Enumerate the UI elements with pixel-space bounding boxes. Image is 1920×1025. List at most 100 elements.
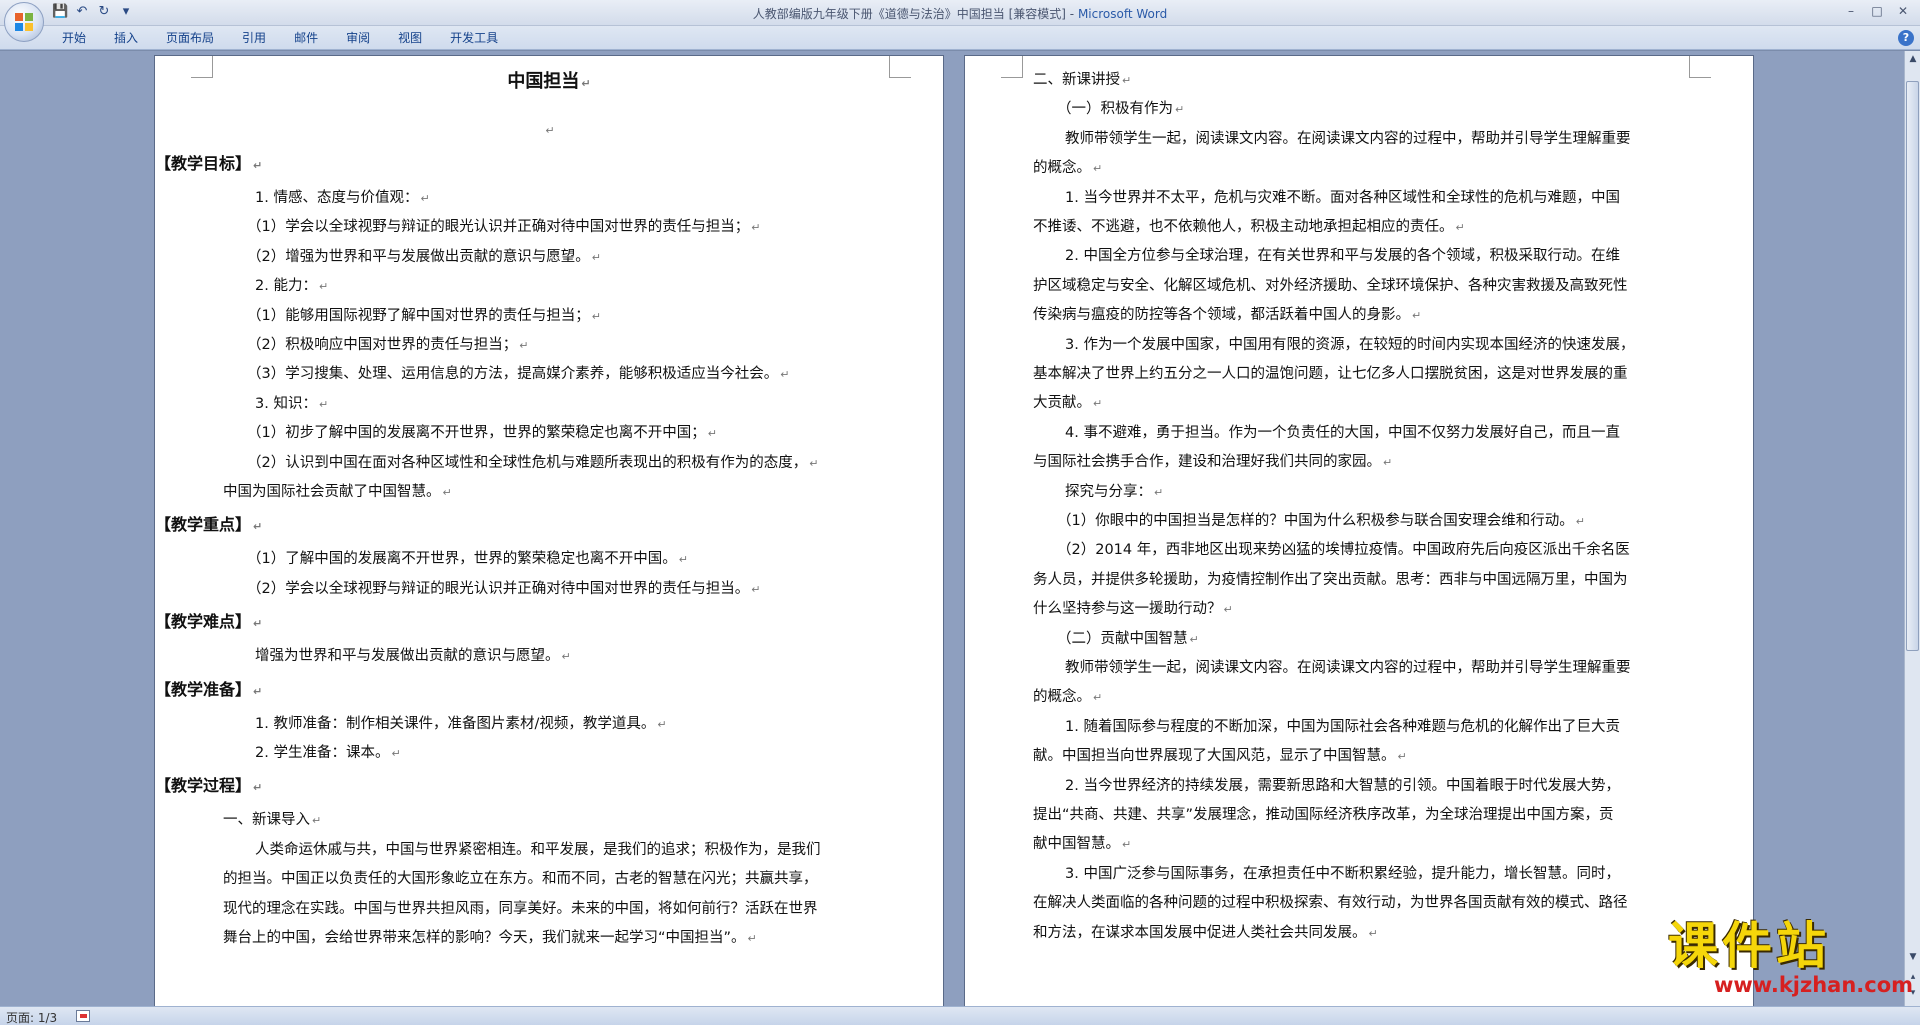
tab-7[interactable]: 开发工具 (436, 30, 512, 46)
tab-4[interactable]: 邮件 (280, 30, 332, 46)
paragraph-line: （1）你眼中的中国担当是怎样的？中国为什么积极参与联合国安理会维和行动。 (1057, 513, 1574, 529)
crop-mark (1001, 56, 1023, 78)
paragraph-mark-icon: ↵ (1223, 603, 1233, 617)
text-line: （3）学习搜集、处理、运用信息的方法，提高媒介素养，能够积极适应当今社会。 ↵ (247, 364, 789, 385)
text-line: 教师带领学生一起，阅读课文内容。在阅读课文内容的过程中，帮助并引导学生理解重要 (1065, 129, 1631, 149)
paragraph-line: 3. 中国广泛参与国际事务，在承担责任中不断积累经验，提升能力，增长智慧。同时， (1065, 865, 1620, 882)
scroll-up-icon[interactable]: ▲ (1907, 53, 1919, 65)
text-line: 不推诿、不逃避，也不依赖他人，积极主动地承担起相应的责任。 ↵ (1033, 217, 1465, 238)
tab-2[interactable]: 页面布局 (152, 30, 228, 46)
paragraph-line: 务人员，并提供多轮援助，为疫情控制作出了突出贡献。思考：西非与中国远隔万里，中国… (1033, 571, 1628, 588)
maximize-icon[interactable]: □ (1866, 3, 1888, 19)
paragraph-line: 1. 教师准备：制作相关课件，准备图片素材/视频，教学道具。 (255, 715, 656, 732)
close-icon[interactable]: ✕ (1892, 3, 1914, 19)
section-heading: 【教学准备】 (155, 679, 252, 699)
paragraph-line: 3. 作为一个发展中国家，中国用有限的资源，在较短的时间内实现本国经济的快速发展… (1065, 336, 1635, 353)
text-line: （1）能够用国际视野了解中国对世界的责任与担当； ↵ (247, 306, 601, 327)
page-left[interactable]: 中国担当 ↵ ↵ 【教学目标】 ↵ 1. 情感、态度与价值观： ↵ （1）学会以全球视野与辩证… (154, 55, 944, 1006)
text-line: 3. 知识： ↵ (255, 394, 328, 415)
paragraph-line: 2. 能力： (255, 278, 317, 295)
tab-5[interactable]: 审阅 (332, 30, 384, 46)
paragraph-line: 4. 事不避难，勇于担当。作为一个负责任的大国，中国不仅努力发展好自己，而且一直 (1065, 424, 1620, 441)
text-line: （一）积极有作为 ↵ (1057, 99, 1184, 120)
paragraph-mark-icon: ↵ (420, 192, 430, 205)
scroll-down-icon[interactable]: ▼ (1907, 951, 1919, 963)
section-heading: 【教学目标】 (155, 154, 252, 173)
page-right[interactable]: 二、新课讲授 ↵ （一）积极有作为 ↵ 教师带领学生一起，阅读课文内容。在阅读课文内容的… (964, 55, 1754, 1006)
help-icon[interactable]: ? (1898, 30, 1914, 46)
paragraph-line: （2）学会以全球视野与辩证的眼光认识并正确对待中国对世界的责任与担当。 (247, 580, 750, 597)
paragraph-line: （1）了解中国的发展离不开世界，世界的繁荣稳定也离不开中国。 (247, 551, 677, 568)
paragraph-mark-icon: ↵ (519, 339, 529, 352)
text-line: 2. 当今世界经济的持续发展，需要新思路和大智慧的引领。中国着眼于时代发展大势， (1065, 776, 1620, 796)
tab-1[interactable]: 插入 (100, 30, 152, 46)
tab-6[interactable]: 视图 (384, 30, 436, 46)
paragraph-mark-icon: ↵ (581, 77, 591, 90)
paragraph-mark-icon: ↵ (1368, 926, 1378, 940)
crop-mark (1689, 56, 1711, 78)
paragraph-mark-icon: ↵ (747, 932, 757, 945)
paragraph-line: 现代的理念在实践。中国与世界共担风雨，同享美好。未来的中国，将如何前行？活跃在世… (223, 900, 818, 917)
paragraph-mark-icon: ↵ (809, 456, 819, 470)
paragraph-mark-icon: ↵ (545, 124, 555, 137)
paragraph-line: （1）能够用国际视野了解中国对世界的责任与担当； (247, 307, 590, 324)
paragraph-line: 献。中国担当向世界展现了大国风范，显示了中国智慧。 (1033, 748, 1396, 765)
status-bar: 页面: 1/3 (0, 1006, 1920, 1025)
paragraph-mark-icon: ↵ (253, 684, 263, 698)
paragraph-line: 2. 学生准备：课本。 (255, 745, 390, 761)
text-line: 2. 学生准备：课本。 ↵ (255, 743, 401, 764)
text-line: （2）认识到中国在面对各种区域性和全球性危机与难题所表现出的积极有作为的态度， ↵ (247, 453, 818, 474)
text-line: 1. 情感、态度与价值观： ↵ (255, 188, 430, 209)
watermark-url: www.kjzhan.com (1714, 973, 1914, 997)
text-line: 现代的理念在实践。中国与世界共担风雨，同享美好。未来的中国，将如何前行？活跃在世… (223, 899, 818, 919)
paragraph-mark-icon: ↵ (561, 650, 571, 664)
text-line: 舞台上的中国，会给世界带来怎样的影响？今天，我们就来一起学习“中国担当”。 ↵ (223, 928, 757, 949)
tab-0[interactable]: 开始 (48, 30, 100, 46)
tab-3[interactable]: 引用 (228, 30, 280, 46)
proofing-icon[interactable] (76, 1010, 90, 1022)
paragraph-line: 教师带领学生一起，阅读课文内容。在阅读课文内容的过程中，帮助并引导学生理解重要 (1065, 660, 1631, 676)
paragraph-mark-icon: ↵ (253, 520, 263, 534)
text-line: 献。中国担当向世界展现了大国风范，显示了中国智慧。 ↵ (1033, 746, 1407, 767)
scrollbar-thumb[interactable] (1906, 81, 1919, 651)
paragraph-line: 大贡献。 (1033, 395, 1091, 412)
paragraph-line: （3）学习搜集、处理、运用信息的方法，提高媒介素养，能够积极适应当今社会。 (247, 366, 779, 383)
office-logo-icon (15, 13, 33, 31)
text-line: （1）你眼中的中国担当是怎样的？中国为什么积极参与联合国安理会维和行动。 ↵ (1057, 511, 1585, 532)
text-line: 和方法，在谋求本国发展中促进人类社会共同发展。 ↵ (1033, 923, 1378, 944)
text-line: 【教学目标】 ↵ (155, 154, 262, 176)
paragraph-mark-icon: ↵ (591, 309, 601, 323)
text-line: （2）积极响应中国对世界的责任与担当； ↵ (247, 335, 528, 356)
paragraph-line: （一）积极有作为 (1057, 101, 1173, 118)
paragraph-mark-icon: ↵ (318, 397, 329, 411)
paragraph-line: 献中国智慧。 (1033, 836, 1120, 853)
office-button[interactable] (4, 2, 44, 42)
text-line: 人类命运休戚与共，中国与世界紧密相连。和平发展，是我们的追求；积极作为，是我们 (255, 840, 821, 860)
paragraph-line: 和方法，在谋求本国发展中促进人类社会共同发展。 (1033, 924, 1367, 941)
watermark-title: 课件站 (1668, 917, 1830, 975)
text-line: （1）学会以全球视野与辩证的眼光认识并正确对待中国对世界的责任与担当； ↵ (247, 217, 760, 238)
window-controls: – □ ✕ (1840, 3, 1914, 19)
vertical-scrollbar[interactable]: ▲ ▼ ▴ ▾ (1904, 51, 1920, 1006)
text-line: 【教学过程】 ↵ (155, 776, 262, 798)
page-count[interactable]: 页面: 1/3 (6, 1009, 57, 1025)
paragraph-line: 探究与分享： (1065, 483, 1152, 500)
paragraph-line: 舞台上的中国，会给世界带来怎样的影响？今天，我们就来一起学习“中国担当”。 (223, 930, 746, 946)
paragraph-mark-icon: ↵ (442, 486, 452, 499)
text-line: 提出“共商、共建、共享”发展理念，推动国际经济秩序改革，为全球治理提出中国方案，… (1033, 805, 1614, 825)
paragraph-line: 一、新课导入 (223, 812, 310, 829)
document-area: 中国担当 ↵ ↵ 【教学目标】 ↵ 1. 情感、态度与价值观： ↵ （1）学会以全球视野与辩证… (0, 51, 1904, 1006)
paragraph-line: 传染病与瘟疫的防控等各个领域，都活跃着中国人的身影。 (1033, 307, 1410, 324)
paragraph-mark-icon: ↵ (1189, 632, 1199, 646)
section-heading: 【教学过程】 (155, 776, 252, 796)
text-line: 4. 事不避难，勇于担当。作为一个负责任的大国，中国不仅努力发展好自己，而且一直 (1065, 423, 1620, 443)
paragraph-line: （2）积极响应中国对世界的责任与担当； (247, 337, 518, 353)
document-title: 人教部编版九年级下册《道德与法治》中国担当 [兼容模式] (752, 7, 1066, 21)
minimize-icon[interactable]: – (1840, 3, 1862, 19)
paragraph-mark-icon: ↵ (1383, 456, 1393, 470)
text-line: 护区域稳定与安全、化解区域危机、对外经济援助、全球环境保护、各种灾害救援及高致死… (1033, 276, 1628, 296)
paragraph-line: （2）认识到中国在面对各种区域性和全球性危机与难题所表现出的积极有作为的态度， (247, 454, 808, 471)
paragraph-line: 二、新课讲授 (1033, 72, 1120, 88)
paragraph-mark-icon: ↵ (1093, 162, 1103, 176)
text-line: 教师带领学生一起，阅读课文内容。在阅读课文内容的过程中，帮助并引导学生理解重要 (1065, 658, 1631, 678)
